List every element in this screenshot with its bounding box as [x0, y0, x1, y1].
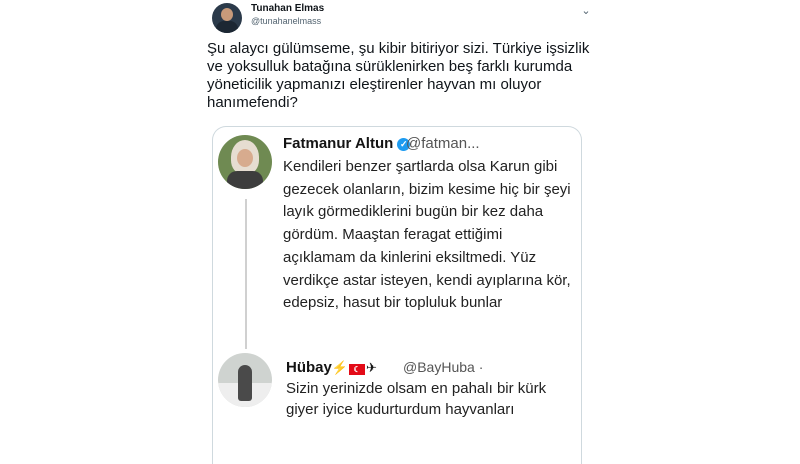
- quoted-handle-1: @fatman...: [406, 135, 480, 152]
- quoted-name-2-label: Hübay: [286, 359, 332, 376]
- turkey-flag-icon: ☾: [349, 364, 366, 375]
- quoted-avatar-2: [218, 353, 272, 407]
- author-avatar[interactable]: [212, 3, 242, 33]
- author-handle[interactable]: @tunahanelmass: [251, 16, 321, 26]
- lightning-emoji-icon: ⚡: [331, 360, 349, 375]
- airplane-emoji-icon: ✈: [366, 360, 377, 375]
- quoted-name-2: Hübay⚡ ☾ ✈: [286, 359, 377, 376]
- thread-line: [245, 199, 247, 349]
- quoted-handle-2: @BayHuba ·: [403, 359, 484, 375]
- quoted-text-1: Kendileri benzer şartlarda olsa Karun gi…: [283, 158, 571, 312]
- quoted-name-1-label: Fatmanur Altun: [283, 135, 394, 152]
- quoted-avatar-1: [218, 135, 272, 189]
- quoted-name-1: Fatmanur Altun ✓: [283, 135, 411, 152]
- chevron-down-icon[interactable]: ⌄: [578, 5, 594, 17]
- tweet-text: Şu alaycı gülümseme, şu kibir bitiriyor …: [207, 40, 590, 111]
- author-name[interactable]: Tunahan Elmas: [251, 3, 324, 14]
- attached-screenshot-image[interactable]: Fatmanur Altun ✓ @fatman... Kendileri ben…: [212, 126, 582, 464]
- quoted-text-2: Sizin yerinizde olsam en pahalı bir kürk…: [286, 380, 547, 418]
- tweet: Tunahan Elmas @tunahanelmass ⌄ Şu alaycı…: [202, 0, 602, 464]
